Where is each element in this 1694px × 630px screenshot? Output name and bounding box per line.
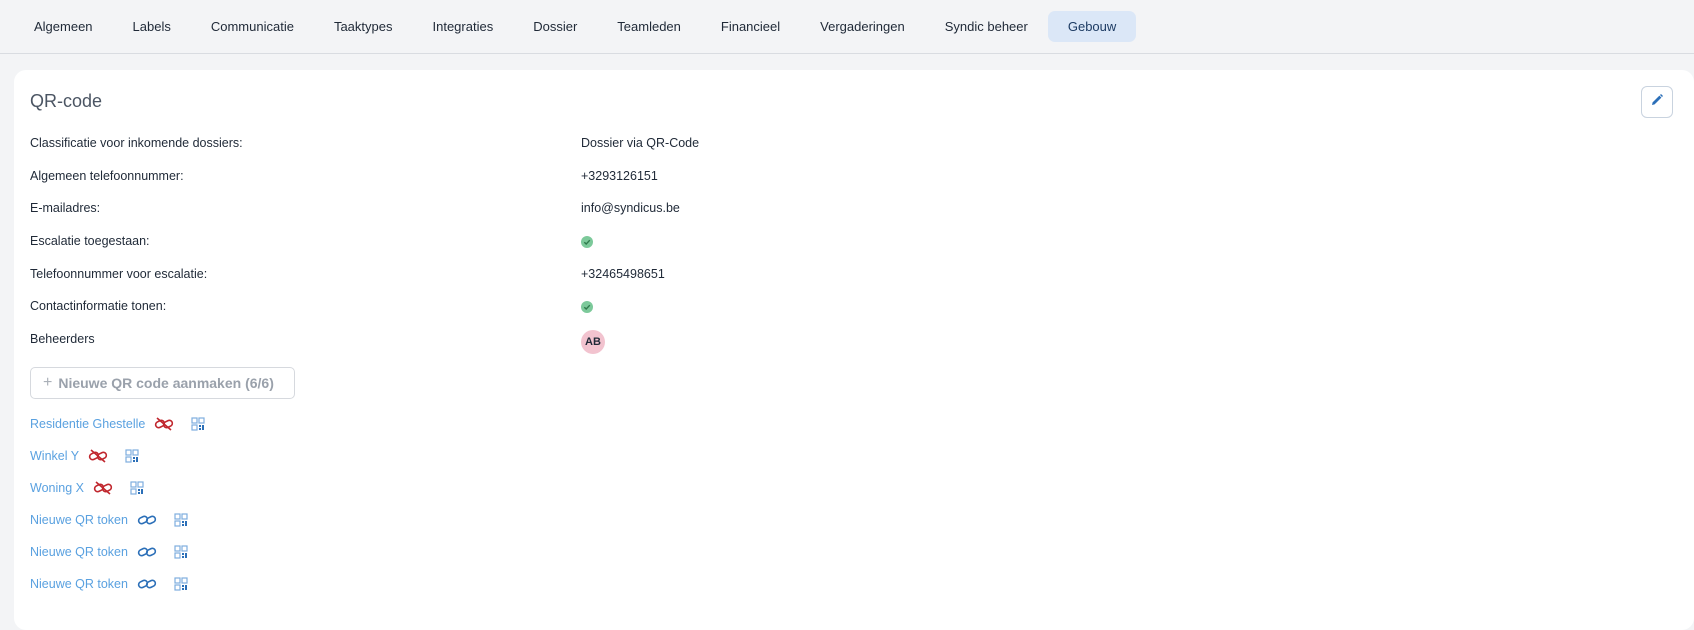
escalatie-telefoon-row: Telefoonnummer voor escalatie: +32465498…: [30, 259, 1230, 292]
qr-code-icon[interactable]: [191, 417, 205, 431]
list-item: Nieuwe QR token: [30, 536, 205, 568]
email-label: E-mailadres:: [30, 201, 101, 216]
token-name-link[interactable]: Nieuwe QR token: [30, 513, 128, 527]
pencil-icon: [1650, 93, 1664, 112]
avatar[interactable]: AB: [581, 330, 605, 355]
new-qr-code-label: Nieuwe QR code aanmaken (6/6): [58, 375, 274, 391]
tab-gebouw[interactable]: Gebouw: [1047, 11, 1137, 42]
tab-financieel[interactable]: Financieel: [701, 11, 800, 42]
beheerders-label: Beheerders: [30, 332, 95, 347]
token-name-link[interactable]: Winkel Y: [30, 449, 79, 463]
qr-code-icon[interactable]: [174, 577, 188, 591]
escalatie-row: Escalatie toegestaan:: [30, 226, 1230, 259]
email-value: info@syndicus.be: [581, 201, 680, 216]
qr-code-icon[interactable]: [174, 545, 188, 559]
list-item: Winkel Y: [30, 440, 205, 472]
check-icon: [581, 236, 593, 249]
qr-code-icon[interactable]: [174, 513, 188, 527]
qr-code-icon[interactable]: [125, 449, 139, 463]
telefoon-value: +3293126151: [581, 168, 658, 183]
tab-algemeen[interactable]: Algemeen: [14, 11, 113, 42]
token-name-link[interactable]: Residentie Ghestelle: [30, 417, 145, 431]
tab-dossier[interactable]: Dossier: [513, 11, 597, 42]
classificatie-label: Classificatie voor inkomende dossiers:: [30, 136, 243, 150]
list-item: Nieuwe QR token: [30, 504, 205, 536]
edit-button[interactable]: [1641, 86, 1673, 118]
qr-code-card: QR-code Classificatie voor inkomende dos…: [14, 70, 1694, 630]
settings-list: Classificatie voor inkomende dossiers: D…: [30, 128, 1230, 357]
contactinfo-label: Contactinformatie tonen:: [30, 299, 167, 314]
tab-vergaderingen[interactable]: Vergaderingen: [800, 11, 925, 42]
tab-taaktypes[interactable]: Taaktypes: [314, 11, 413, 42]
escalatie-label: Escalatie toegestaan:: [30, 234, 150, 249]
token-name-link[interactable]: Nieuwe QR token: [30, 545, 128, 559]
qr-token-list: Residentie Ghestelle Winkel Y Woning X N…: [30, 408, 205, 600]
telefoon-row: Algemeen telefoonnummer: +3293126151: [30, 161, 1230, 194]
tab-teamleden[interactable]: Teamleden: [597, 11, 701, 42]
card-title: QR-code: [30, 91, 103, 111]
link-icon[interactable]: [137, 513, 157, 527]
token-name-link[interactable]: Woning X: [30, 481, 84, 495]
tab-communicatie[interactable]: Communicatie: [191, 11, 314, 42]
check-icon: [581, 301, 593, 314]
beheerders-row: Beheerders AB: [30, 324, 1230, 357]
escalatie-telefoon-value: +32465498651: [581, 266, 665, 281]
tab-syndic-beheer[interactable]: Syndic beheer: [925, 11, 1048, 42]
list-item: Residentie Ghestelle: [30, 408, 205, 440]
unlinked-icon[interactable]: [88, 449, 108, 463]
token-name-link[interactable]: Nieuwe QR token: [30, 577, 128, 591]
classificatie-row: Classificatie voor inkomende dossiers: D…: [30, 128, 1230, 161]
escalatie-telefoon-label: Telefoonnummer voor escalatie:: [30, 266, 208, 281]
new-qr-code-button[interactable]: + Nieuwe QR code aanmaken (6/6): [30, 367, 295, 399]
qr-code-icon[interactable]: [130, 481, 144, 495]
email-row: E-mailadres: info@syndicus.be: [30, 193, 1230, 226]
tab-labels[interactable]: Labels: [113, 11, 191, 42]
unlinked-icon[interactable]: [93, 481, 113, 495]
classificatie-value: Dossier via QR-Code: [581, 136, 700, 150]
list-item: Woning X: [30, 472, 205, 504]
list-item: Nieuwe QR token: [30, 568, 205, 600]
telefoon-label: Algemeen telefoonnummer:: [30, 168, 184, 183]
tab-bar: Algemeen Labels Communicatie Taaktypes I…: [0, 0, 1694, 54]
contactinfo-row: Contactinformatie tonen:: [30, 291, 1230, 324]
link-icon[interactable]: [137, 545, 157, 559]
plus-icon: +: [43, 374, 53, 391]
unlinked-icon[interactable]: [154, 417, 174, 431]
link-icon[interactable]: [137, 577, 157, 591]
tab-integraties[interactable]: Integraties: [413, 11, 514, 42]
